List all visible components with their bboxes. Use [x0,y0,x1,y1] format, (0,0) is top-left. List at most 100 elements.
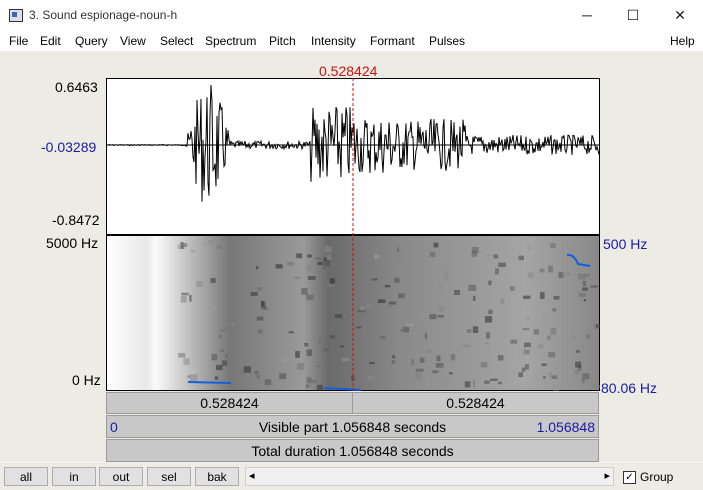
signal-display[interactable] [106,78,600,391]
spectrogram-cell [366,304,372,309]
waveform-panel[interactable] [106,78,600,235]
spectrogram-cell [367,376,374,381]
spectrogram-cell [500,297,505,305]
spectrogram-cell [322,265,326,270]
close-button[interactable]: ✕ [657,0,703,31]
spectrogram-cell [341,358,350,362]
spectrogram-cell [424,332,427,340]
spectrogram-cell [190,374,198,382]
menu-pitch[interactable]: Pitch [269,34,296,48]
spectrogram-cell [498,381,502,385]
spectrogram-cell [307,254,312,258]
spectrogram-cell [488,280,492,286]
menu-query[interactable]: Query [75,34,108,48]
spectrogram-cell [517,348,522,355]
menu-formant[interactable]: Formant [370,34,415,48]
window-title: 3. Sound espionage-noun-h [29,8,178,22]
menu-pulses[interactable]: Pulses [429,34,465,48]
visible-part-bar[interactable]: 0 Visible part 1.056848 seconds 1.056848 [106,415,599,438]
spectrogram-cell [510,339,518,344]
menu-intensity[interactable]: Intensity [311,34,356,48]
spectrogram-cell [419,357,425,363]
spectrogram-cell [406,323,414,327]
spectrogram-cell [595,324,600,329]
spectrogram-max-freq-label: 5000 Hz [46,235,99,251]
spectrogram-cell [429,314,437,320]
menu-file[interactable]: File [9,34,28,48]
spectrogram-cell [391,360,395,364]
menu-bar: File Edit Query View Select Spectrum Pit… [0,31,703,51]
zoom-selection-button[interactable]: sel [147,467,191,486]
zoom-in-button[interactable]: in [52,467,96,486]
spectrogram-cell [454,290,460,295]
spectrogram-cell [317,384,323,391]
time-scrollbar[interactable]: ◂ ▸ [245,467,614,486]
spectrogram-cell [460,368,463,374]
spectrogram-cell [471,250,478,257]
spectrogram-cell [548,352,556,358]
spectrogram-cell [202,241,206,248]
spectrogram-cell [214,376,219,380]
spectrogram-cell [371,278,378,281]
spectrogram-cell [537,344,544,349]
spectrogram-cell [196,280,203,287]
zoom-out-button[interactable]: out [99,467,143,486]
scroll-right-arrow-icon[interactable]: ▸ [604,469,610,482]
spectrogram-cell [433,242,439,248]
spectrogram-cell [577,273,586,280]
spectrogram-cell [275,264,283,269]
spectrogram-cell [263,277,266,281]
spectrogram-cell [576,350,580,353]
spectrogram-cell [222,324,230,327]
spectrogram-cell [497,355,504,361]
spectrogram-cell [236,272,240,275]
time-segment-right[interactable]: 0.528424 [352,392,599,414]
spectrogram-cell [243,366,251,373]
time-segment-left[interactable]: 0.528424 [106,392,353,414]
spectrogram-cell [190,249,196,253]
spectrogram-cell [357,309,366,313]
spectrogram-cell [180,242,184,249]
menu-select[interactable]: Select [160,34,193,48]
pitch-max-label: 500 Hz [603,236,648,252]
zoom-back-button[interactable]: bak [195,467,239,486]
spectrogram-cell [543,376,546,379]
scroll-left-arrow-icon[interactable]: ◂ [249,469,255,482]
spectrogram-cell [380,335,386,339]
waveform-min-label: -0.8472 [52,212,100,228]
spectrogram-cell [523,348,526,355]
spectrogram-cell [306,264,313,271]
spectrogram-cell [334,314,343,319]
spectrogram-cell [256,316,264,321]
spectrogram-cell [518,255,524,261]
maximize-button[interactable]: ☐ [610,0,656,31]
spectrogram-cell [329,278,335,284]
spectrogram-cell [256,266,259,270]
spectrogram-cell [473,380,476,387]
menu-view[interactable]: View [120,34,146,48]
spectrogram-cell [258,329,263,334]
spectrogram-cell [578,292,587,297]
menu-edit[interactable]: Edit [40,34,61,48]
group-checkbox[interactable]: ✓ [623,471,636,484]
all-button[interactable]: all [4,467,48,486]
spectrogram-cell [485,341,490,345]
spectrogram-cell [326,254,332,260]
menu-spectrum[interactable]: Spectrum [205,34,256,48]
spectrogram-cell [180,296,187,303]
spectrogram-cell [279,373,287,379]
minimize-button[interactable]: ─ [564,0,610,31]
spectrogram-cell [189,294,192,302]
spectrogram-cell [590,285,598,288]
cursor-time-label: 0.528424 [319,63,378,79]
spectrogram-cell [323,348,330,352]
spectrogram-min-freq-label: 0 Hz [72,372,101,388]
spectrogram-cell [549,372,552,377]
spectrogram-cell [582,280,586,287]
total-duration-bar[interactable]: Total duration 1.056848 seconds [106,439,599,462]
spectrogram-cell [294,276,300,279]
spectrogram-cell [539,268,545,273]
spectrogram-cell [436,355,441,362]
spectrogram-cell [356,326,362,329]
menu-help[interactable]: Help [670,34,695,48]
